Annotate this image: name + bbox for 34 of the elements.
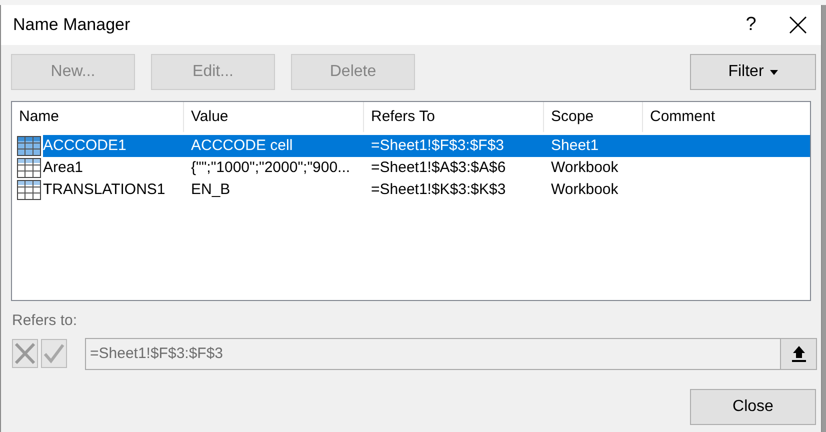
check-icon[interactable] xyxy=(41,339,67,368)
table-cell-text: Sheet1 xyxy=(550,136,600,156)
table-icon xyxy=(17,158,41,178)
table-cell-text: TRANSLATIONS1 xyxy=(43,180,166,200)
name-row[interactable]: ACCCODE1 ACCCODE cell =Sheet1!$F$3:$F$3 Sheet1 xyxy=(12,135,810,157)
table-cell-text: =Sheet1!$K$3:$K$3 xyxy=(370,180,507,200)
refers-to-label: Refers to: xyxy=(12,311,78,331)
table-cell: ACCCODE1 xyxy=(43,135,184,157)
table-cell-text: {"";"1000";"2000";"900... xyxy=(190,158,352,178)
collapse-button[interactable] xyxy=(780,338,817,370)
table-cell-text: =Sheet1!$A$3:$A$6 xyxy=(370,158,507,178)
table-icon xyxy=(17,180,41,200)
column-header[interactable]: Name xyxy=(12,102,184,132)
table-cell-text: ACCCODE cell xyxy=(190,136,294,156)
table-cell-text: EN_B xyxy=(190,180,232,200)
table-cell-text: Area1 xyxy=(43,158,84,178)
close-button[interactable]: Close xyxy=(690,388,816,424)
column-header[interactable]: Value xyxy=(184,102,364,132)
column-header[interactable]: Refers To xyxy=(364,102,544,132)
name-row[interactable]: Area1 {"";"1000";"2000";"900... =Sheet1!$A$3:$A$6 Workbook xyxy=(12,157,810,179)
upload-arrow-icon xyxy=(790,344,806,362)
filter-button[interactable]: Filter xyxy=(690,54,816,90)
help-button[interactable]: ? xyxy=(731,10,771,40)
window-title: Name Manager xyxy=(13,14,130,36)
caret-icon xyxy=(770,70,778,74)
refers-to-field[interactable]: =Sheet1!$F$3:$F$3 xyxy=(85,338,780,370)
name-row[interactable]: TRANSLATIONS1 EN_B =Sheet1!$K$3:$K$3 Workbook xyxy=(12,179,810,201)
column-header[interactable]: Scope xyxy=(544,102,643,132)
table-cell-text: Workbook xyxy=(550,158,620,178)
table-icon xyxy=(17,136,41,156)
table-cell-text: =Sheet1!$F$3:$F$3 xyxy=(370,136,506,156)
column-header[interactable]: Comment xyxy=(643,102,810,132)
table-cell-text: Workbook xyxy=(550,180,620,200)
close-icon[interactable] xyxy=(789,16,807,34)
